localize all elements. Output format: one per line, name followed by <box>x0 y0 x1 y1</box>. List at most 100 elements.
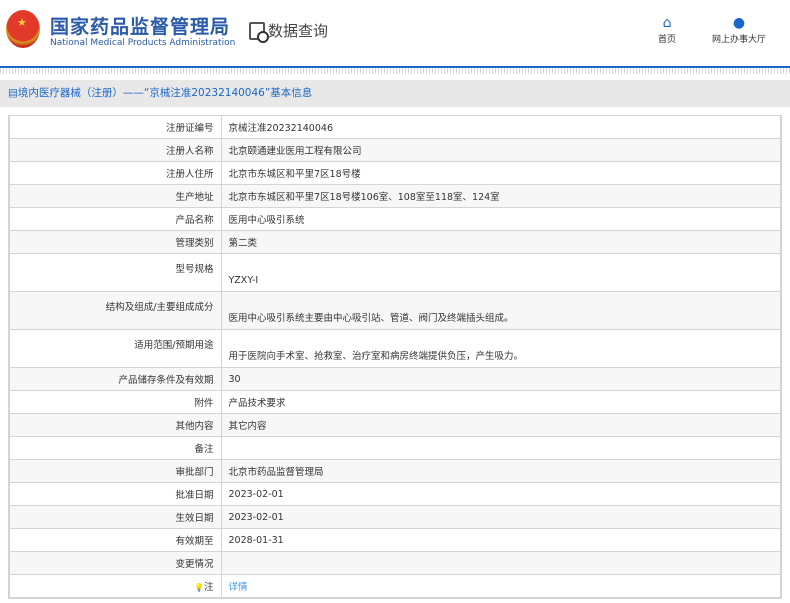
row-value: 第二类 <box>220 230 782 254</box>
row-label: 备注 <box>8 436 222 460</box>
row-label: 审批部门 <box>8 459 222 483</box>
nav-online-hall-label: 网上办事大厅 <box>712 35 767 45</box>
row-label-text: 其他内容 <box>175 421 214 432</box>
row-value-text: 2028-01-31 <box>228 534 284 546</box>
row-label-text: 产品储存条件及有效期 <box>118 375 214 386</box>
row-value-text: 北京市药品监督管理局 <box>228 467 324 478</box>
row-label: 其他内容 <box>8 413 222 437</box>
row-label-text: 审批部门 <box>175 467 214 478</box>
row-label-text: 有效期至 <box>175 536 214 547</box>
table-row: 注册证编号 京械注准20232140046 <box>8 115 782 139</box>
row-label-text: 型号规格 <box>175 264 214 275</box>
row-label-text: 管理类别 <box>175 238 214 249</box>
row-value: YZXY-Ⅰ <box>220 253 782 292</box>
row-label-text: 备注 <box>194 444 214 455</box>
row-value: 北京市东城区和平里7区18号楼 <box>220 161 782 185</box>
row-label: 生产地址 <box>8 184 222 208</box>
row-value-text: YZXY-Ⅰ <box>228 275 259 286</box>
row-value-text: 北京市东城区和平里7区18号楼106室、108室至118室、124室 <box>228 192 500 203</box>
document-icon: ▤ <box>8 87 18 99</box>
row-label: 注册人住所 <box>8 161 222 185</box>
row-label-text: 结构及组成/主要组成成分 <box>105 302 214 313</box>
row-value-text: 北京颐通建业医用工程有限公司 <box>228 146 362 157</box>
row-value: 2023-02-01 <box>220 482 782 506</box>
row-value-text: 北京市东城区和平里7区18号楼 <box>228 169 361 180</box>
row-value-text: 其它内容 <box>228 421 267 432</box>
table-row: 审批部门 北京市药品监督管理局 <box>8 459 782 483</box>
nav-home-label: 首页 <box>658 35 677 45</box>
table-row: 型号规格 YZXY-Ⅰ <box>8 253 782 292</box>
row-value-text: 医用中心吸引系统 <box>228 215 305 226</box>
row-label: 生效日期 <box>8 505 222 529</box>
table-row: 变更情况 <box>8 551 782 575</box>
table-row: 结构及组成/主要组成成分医用中心吸引系统主要由中心吸引站、管道、阀门及终端插头组… <box>8 291 782 330</box>
row-value: 2028-01-31 <box>220 528 782 552</box>
table-row: 管理类别 第二类 <box>8 230 782 254</box>
row-value-text: 产品技术要求 <box>228 398 286 409</box>
row-label: 附件 <box>8 390 222 414</box>
row-value: 用于医院向手术室、抢救室、治疗室和病房终端提供负压，产生吸力。 <box>220 329 782 368</box>
row-value-text: 2023-02-01 <box>228 488 284 500</box>
row-label-text: 生产地址 <box>175 192 214 203</box>
row-value <box>220 551 782 575</box>
row-value: 北京颐通建业医用工程有限公司 <box>220 138 782 162</box>
table-row: 适用范围/预期用途用于医院向手术室、抢救室、治疗室和病房终端提供负压，产生吸力。 <box>8 329 782 368</box>
nav-home[interactable]: ⌂ 首页 <box>658 14 676 45</box>
national-emblem-logo <box>6 10 40 48</box>
org-name-en: National Medical Products Administration <box>50 38 236 48</box>
row-label: 变更情况 <box>8 551 222 575</box>
site-header: 国家药品监督管理局 National Medical Products Admi… <box>0 0 790 68</box>
divider <box>0 68 790 74</box>
table-row: 有效期至 2028-01-31 <box>8 528 782 552</box>
row-label: 批准日期 <box>8 482 222 506</box>
row-value: 详情 <box>220 574 782 598</box>
row-label: 产品名称 <box>8 207 222 231</box>
row-label-text: 注册人名称 <box>165 146 214 157</box>
data-query-section[interactable]: 数据查询 <box>249 20 328 43</box>
table-row: 生产地址 北京市东城区和平里7区18号楼106室、108室至118室、124室 <box>8 184 782 208</box>
row-label-text: 注册人住所 <box>165 169 214 180</box>
row-value: 北京市药品监督管理局 <box>220 459 782 483</box>
row-value-text: 30 <box>228 373 241 385</box>
row-label: 注册人名称 <box>8 138 222 162</box>
page-title-text: 境内医疗器械（注册）——“京械注准20232140046”基本信息 <box>17 87 313 99</box>
row-value: 北京市东城区和平里7区18号楼106室、108室至118室、124室 <box>220 184 782 208</box>
row-value: 30 <box>220 367 782 391</box>
row-label-text: 注 <box>203 581 214 593</box>
row-label: 适用范围/预期用途 <box>8 329 222 368</box>
table-row: 附件 产品技术要求 <box>8 390 782 414</box>
nav-online-hall[interactable]: ● 网上办事大厅 <box>712 14 766 45</box>
row-value-text: 医用中心吸引系统主要由中心吸引站、管道、阀门及终端插头组成。 <box>228 313 514 324</box>
row-value: 京械注准20232140046 <box>220 115 782 139</box>
table-row: 注册人住所 北京市东城区和平里7区18号楼 <box>8 161 782 185</box>
home-icon: ⌂ <box>662 15 672 31</box>
row-label: 注册证编号 <box>8 115 222 139</box>
row-value: 医用中心吸引系统 <box>220 207 782 231</box>
row-label: 管理类别 <box>8 230 222 254</box>
details-link[interactable]: 详情 <box>229 582 248 593</box>
row-label-text: 适用范围/预期用途 <box>134 340 214 351</box>
row-value: 2023-02-01 <box>220 505 782 529</box>
page-title: ▤境内医疗器械（注册）——“京械注准20232140046”基本信息 <box>0 80 790 107</box>
row-label-text: 产品名称 <box>175 215 214 226</box>
row-value-text: 京械注准20232140046 <box>228 123 334 134</box>
row-value-text: 用于医院向手术室、抢救室、治疗室和病房终端提供负压，产生吸力。 <box>228 351 524 362</box>
row-label: 型号规格 <box>8 253 222 292</box>
row-value: 其它内容 <box>220 413 782 437</box>
row-value <box>220 436 782 460</box>
table-row: 注册人名称 北京颐通建业医用工程有限公司 <box>8 138 782 162</box>
table-row: 产品名称 医用中心吸引系统 <box>8 207 782 231</box>
table-row: 生效日期 2023-02-01 <box>8 505 782 529</box>
row-value: 医用中心吸引系统主要由中心吸引站、管道、阀门及终端插头组成。 <box>220 291 782 330</box>
table-row: 产品储存条件及有效期 30 <box>8 367 782 391</box>
document-search-icon <box>249 21 269 43</box>
bulb-icon: 💡 <box>194 582 204 592</box>
row-label-text: 附件 <box>194 398 214 409</box>
row-label-text: 生效日期 <box>175 513 214 524</box>
table-row: 批准日期 2023-02-01 <box>8 482 782 506</box>
row-value-text: 第二类 <box>228 238 258 249</box>
table-row: 其他内容 其它内容 <box>8 413 782 437</box>
user-icon: ● <box>732 15 746 31</box>
row-label: 结构及组成/主要组成成分 <box>8 291 222 330</box>
row-label: 💡注 <box>8 574 222 598</box>
